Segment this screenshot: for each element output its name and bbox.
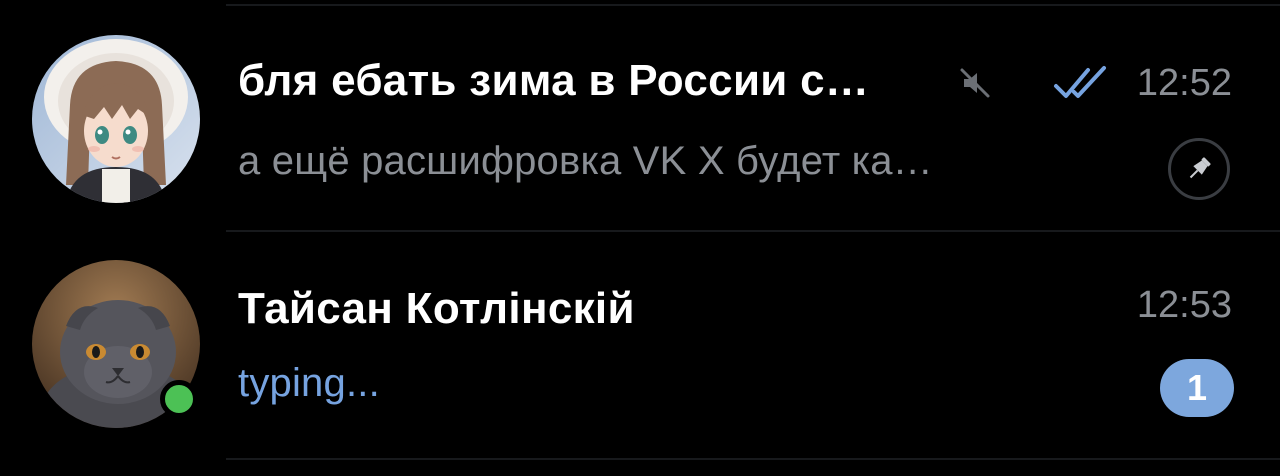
online-status-dot <box>160 380 198 418</box>
typing-indicator: typing... <box>238 361 380 405</box>
chat-list: бля ебать зима в России с… 12:52 а ещё р… <box>0 0 1280 476</box>
muted-speaker-icon <box>960 68 990 98</box>
chat-preview: а ещё расшифровка VK X будет ка… <box>238 139 933 183</box>
unread-count-badge: 1 <box>1160 359 1234 417</box>
avatar[interactable] <box>32 35 200 203</box>
chat-title: Тайсан Котлінскій <box>238 284 635 333</box>
pin-badge <box>1168 138 1230 200</box>
chat-title: бля ебать зима в России с… <box>238 56 870 105</box>
divider <box>226 458 1280 460</box>
chat-list-item[interactable]: Тайсан Котлінскій 12:53 typing... 1 <box>0 232 1280 460</box>
chat-time: 12:52 <box>1136 62 1232 104</box>
chat-time: 12:53 <box>1136 284 1232 326</box>
chat-list-item[interactable]: бля ебать зима в России с… 12:52 а ещё р… <box>0 4 1280 232</box>
anime-girl-avatar-image <box>32 35 200 203</box>
double-check-icon <box>1054 66 1106 98</box>
pin-icon <box>1189 157 1211 179</box>
